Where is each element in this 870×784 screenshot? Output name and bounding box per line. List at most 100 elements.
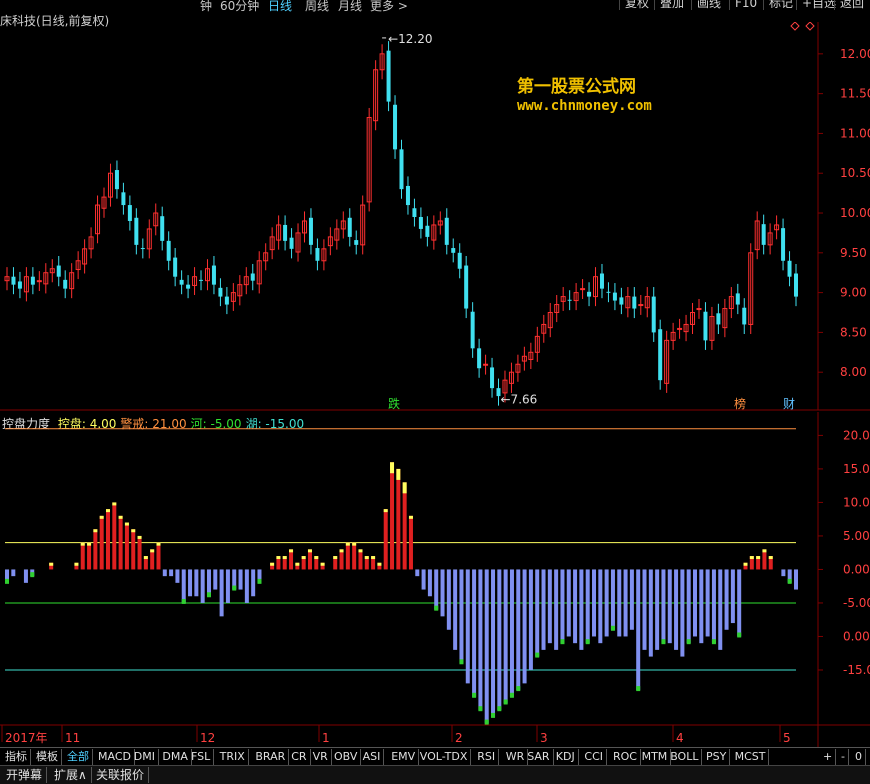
toolbar-button[interactable]: 标记 [763, 0, 798, 10]
candle-body-down [30, 276, 35, 285]
bottom-button[interactable]: 开弹幕 [2, 767, 48, 783]
price-tick-label: 8.50 [840, 325, 867, 339]
indicator-tab[interactable]: PSY [703, 749, 731, 765]
indicator-tab[interactable]: ASI [360, 749, 385, 765]
indicator-bar-cap [118, 515, 123, 519]
indicator-bar-cap [320, 562, 325, 566]
candle-body-down [224, 296, 229, 305]
indicator-bar-cap [124, 522, 129, 526]
tab-control-button[interactable]: - [838, 749, 849, 765]
candle-body-down [632, 296, 637, 309]
indicator-chart[interactable]: 20.00 15.00 10.00 5.00 0.00 -5.00 0.00 -15.00 20… [0, 412, 870, 747]
watermark-url: www.chnmoney.com [517, 98, 652, 114]
indicator-tab[interactable]: FSL [188, 749, 215, 765]
candle-body-down [140, 248, 145, 250]
toolbar-button[interactable]: 复权 [619, 0, 654, 10]
tab-control-button[interactable]: + [820, 749, 837, 765]
indicator-tab[interactable]: OBV [331, 749, 362, 765]
indicator-bar-cap [206, 592, 211, 598]
indicator-tab[interactable]: MACD [95, 749, 135, 765]
period-tab[interactable]: 钟 [200, 0, 212, 14]
candle-body-down [315, 248, 320, 261]
candle-body-down [716, 313, 721, 325]
indicator-bar-negative [465, 569, 470, 684]
candle-body-down [651, 296, 656, 333]
candle-body-down [11, 276, 16, 285]
indicator-bar-negative [415, 569, 420, 577]
period-tab[interactable]: 更多 > [370, 0, 408, 14]
indicator-tab[interactable]: VR [310, 749, 332, 765]
tab-control-button[interactable]: 0 [852, 749, 866, 765]
bottom-button[interactable]: 关联报价 [92, 767, 150, 783]
indicator-tab[interactable]: BOLL [667, 749, 703, 765]
indicator-bar-negative [610, 569, 615, 630]
indicator-bar-negative [623, 569, 628, 637]
indicator-tab[interactable]: DMI [131, 749, 160, 765]
indicator-bar-positive [358, 549, 363, 570]
low-price-label: ←7.66 [501, 392, 538, 406]
indicator-bar-negative [453, 569, 458, 650]
indicator-tab[interactable]: SAR [524, 749, 554, 765]
indicator-bar-negative [11, 569, 16, 577]
indicator-bar-cap [383, 509, 388, 513]
indicator-bar-negative [181, 569, 186, 603]
indicator-tab[interactable]: 指标 [2, 749, 31, 765]
indicator-bar-cap [396, 468, 401, 480]
indicator-bar-cap [484, 719, 489, 725]
indicator-bar-negative [522, 569, 527, 684]
indicator-bar-positive [383, 509, 388, 570]
candlestick-chart[interactable]: 12.00 11.50 11.00 10.50 10.00 9.50 9.00 8.50 8.0… [0, 22, 870, 412]
indicator-bar-cap [711, 639, 716, 645]
indicator-bar-cap [364, 556, 369, 560]
indicator-tab[interactable]: VOL-TDX [417, 749, 472, 765]
indicator-bar-negative [724, 569, 729, 630]
indicator-tab[interactable]: ROC [610, 749, 641, 765]
indicator-tab[interactable]: MCST [732, 749, 770, 765]
indicator-bar-cap [276, 556, 281, 560]
indicator-bar-negative [579, 569, 584, 650]
indicator-bar-negative [693, 569, 698, 637]
indicator-bar-negative [680, 569, 685, 657]
indicator-bar-negative [781, 569, 786, 577]
indicator-tab[interactable]: RSI [474, 749, 500, 765]
candle-body-down [464, 265, 469, 309]
indicator-bar-cap [472, 692, 477, 698]
price-tick-label: 10.00 [840, 206, 870, 220]
indicator-bar-negative [667, 569, 672, 644]
indicator-bar-cap [516, 686, 521, 692]
indicator-tab[interactable]: 全部 [64, 749, 93, 765]
indicator-bar-cap [478, 706, 483, 712]
indicator-tab[interactable]: EMV [388, 749, 420, 765]
indicator-bar-negative [636, 569, 641, 691]
indicator-tab-bar: 指标 模板 全部 MACD DMI DMA FSL TRIX BRAR CR VR OBV ASI EMV… [0, 747, 870, 766]
indicator-tab[interactable]: BRAR [252, 749, 290, 765]
toolbar-button[interactable]: 叠加 [654, 0, 689, 10]
indicator-tab[interactable]: CR [288, 749, 311, 765]
period-tab[interactable]: 60分钟 [220, 0, 259, 14]
indicator-bar-positive [87, 542, 92, 570]
toolbar-button[interactable]: 返回 [834, 0, 869, 10]
period-toolbar: 钟 60分钟 日线 周线 月线 更多 > 复权 叠加 画线 F10 标记 +自选 返回 [0, 0, 870, 14]
candle-body-down [567, 299, 572, 301]
indicator-bar-positive [402, 482, 407, 570]
period-tab[interactable]: 日线 [268, 0, 292, 14]
indicator-bar-positive [762, 549, 767, 570]
toolbar-button[interactable]: 画线 [691, 0, 726, 10]
indicator-tab[interactable]: TRIX [217, 749, 249, 765]
indicator-bar-negative [200, 569, 205, 603]
toolbar-button[interactable]: F10 [729, 0, 762, 10]
indicator-bar-negative [711, 569, 716, 644]
indicator-bar-cap [339, 549, 344, 553]
price-tick-label: 12.00 [840, 47, 870, 61]
indicator-tab[interactable]: KDJ [553, 749, 579, 765]
period-tab[interactable]: 周线 [305, 0, 329, 14]
indicator-tick-label: 10.00 [843, 495, 870, 509]
indicator-tab[interactable]: 模板 [33, 749, 62, 765]
indicator-bar-negative [674, 569, 679, 650]
indicator-bar-cap [270, 562, 275, 566]
indicator-tab[interactable]: CCI [581, 749, 607, 765]
bottom-button[interactable]: 扩展∧ [50, 767, 92, 783]
indicator-tick-label: -5.00 [843, 596, 870, 610]
candle-body-down [619, 297, 624, 305]
period-tab[interactable]: 月线 [338, 0, 362, 14]
